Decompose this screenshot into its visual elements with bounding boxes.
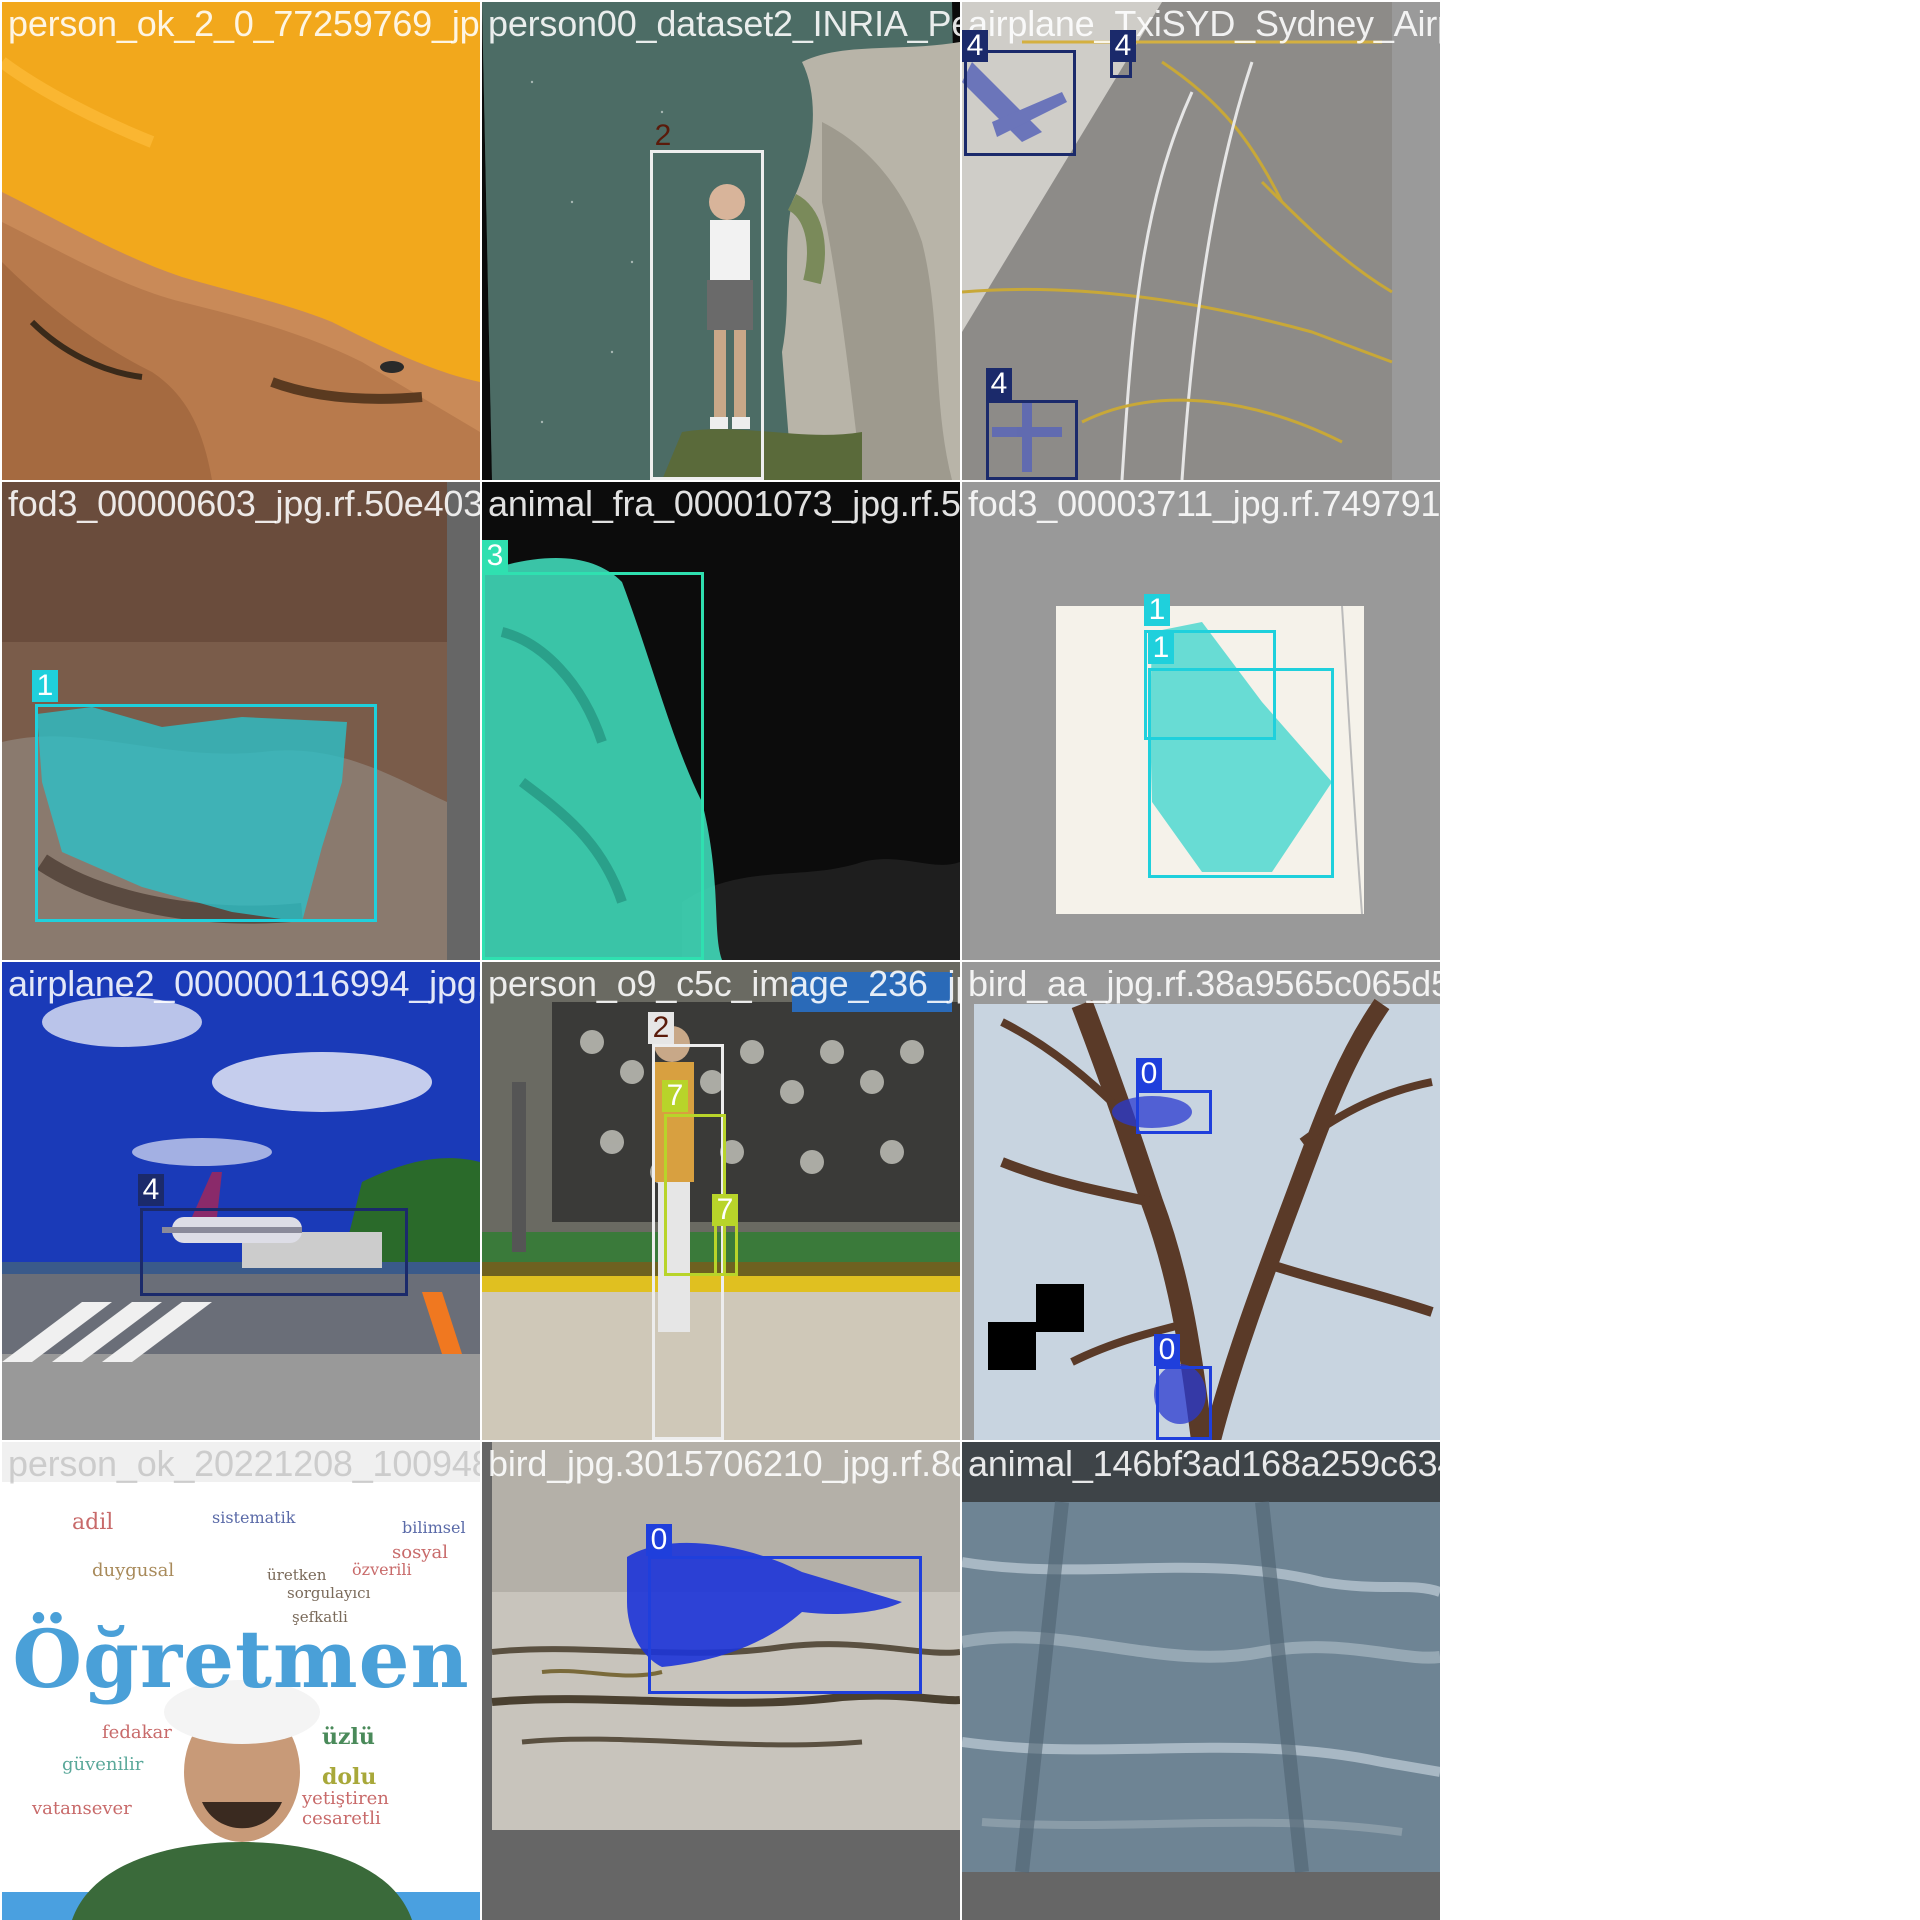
tile-caption: airplane2_000000116994_jpg.rf.0c5b79... <box>8 963 480 1004</box>
wordcloud-main-word: Öğretmen <box>12 1612 470 1706</box>
label-class-7: 7 <box>712 1194 738 1226</box>
image-mosaic: person_ok_2_0_77259769_jpg.rf.e7c8b6... <box>0 0 1920 1920</box>
bbox-bird <box>648 1556 922 1694</box>
tile-wordcloud-teacher: Öğretmen adil sistematik bilimsel sosyal… <box>2 1442 480 1920</box>
tile-snow-field: animal_146bf3ad168a259c63496ffdfc2899c1f… <box>962 1442 1440 1920</box>
wordcloud-word: cesaretli <box>302 1808 381 1829</box>
tile-hiker-rock: 2 person00_dataset2_INRIA_Person_Train_I… <box>482 2 960 480</box>
tile-caption: fod3_00000603_jpg.rf.50e40379124f9bf06f1… <box>8 483 480 524</box>
wordcloud-word: üretken <box>267 1566 327 1584</box>
bbox-fod-bottom <box>1148 668 1334 878</box>
hardhat-closeup-image <box>2 2 480 480</box>
bbox-airplane-top <box>964 50 1076 156</box>
label-class-7: 7 <box>662 1080 688 1112</box>
label-class-2: 2 <box>648 1012 674 1044</box>
label-class-1: 1 <box>1148 632 1174 664</box>
wordcloud-word: yetiştiren <box>302 1788 389 1809</box>
label-class-0: 0 <box>646 1524 672 1556</box>
wordcloud-word: dolu <box>322 1764 377 1790</box>
wordcloud-word: üzlü <box>322 1724 375 1750</box>
label-class-4: 4 <box>1110 30 1136 62</box>
label-class-1: 1 <box>32 670 58 702</box>
bbox-animal <box>482 572 704 960</box>
bbox-bird-bottom <box>1156 1366 1212 1440</box>
bbox-bird-top <box>1136 1090 1212 1134</box>
tile-caption: person_ok_2_0_77259769_jpg.rf.e7c8b6... <box>8 3 480 44</box>
tile-airport-aerial: 4 4 4 airplane_TxiSYD_Sydney_Airport_040… <box>962 2 1440 480</box>
tile-caption: fod3_00003711_jpg.rf.74979122f674a826b21 <box>968 483 1440 524</box>
wordcloud-word: bilimsel <box>402 1518 466 1537</box>
tile-caption: airplane_TxiSYD_Sydney_Airport_040_jpg.r <box>968 3 1440 44</box>
tile-caption: bird_jpg.3015706210_jpg.rf.8d2485531... <box>488 1443 960 1484</box>
tile-person-vest: 2 7 7 person_o9_c5c_image_236_jpg.rf.2b2… <box>482 962 960 1440</box>
tile-caption: animal_146bf3ad168a259c63496ffdfc2899c1f… <box>968 1443 1440 1484</box>
wordcloud-word: şefkatli <box>292 1608 348 1626</box>
tile-caption: person_ok_20221208_100948_jpg... <box>8 1443 480 1484</box>
tile-caption: animal_fra_00001073_jpg.rf.5f4669000777f… <box>488 483 960 524</box>
bbox-fod <box>35 704 377 922</box>
tile-animal-night: 3 animal_fra_00001073_jpg.rf.5f466900077… <box>482 482 960 960</box>
label-class-3: 3 <box>482 540 508 572</box>
wordcloud-word: güvenilir <box>62 1754 144 1775</box>
bbox-airplane-bottom <box>986 400 1078 480</box>
wordcloud-word: adil <box>72 1510 114 1535</box>
tile-fod-white: 1 1 fod3_00003711_jpg.rf.74979122f674a82… <box>962 482 1440 960</box>
tile-hardhat-closeup: person_ok_2_0_77259769_jpg.rf.e7c8b6... <box>2 2 480 480</box>
bbox-person <box>650 150 764 480</box>
wordcloud-word: özverili <box>352 1560 412 1579</box>
label-class-4: 4 <box>138 1174 164 1206</box>
tile-caption: bird_aa_jpg.rf.38a9565c065d5ed2b7302bdd4 <box>968 963 1440 1004</box>
wordcloud-word: sorgulayıcı <box>287 1584 371 1602</box>
label-class-2: 2 <box>654 119 672 152</box>
tile-birds-tree: 0 0 bird_aa_jpg.rf.38a9565c065d5ed2b7302… <box>962 962 1440 1440</box>
label-class-4: 4 <box>986 368 1012 400</box>
label-class-0: 0 <box>1136 1058 1162 1090</box>
label-class-0: 0 <box>1154 1334 1180 1366</box>
wordcloud-word: sistematik <box>212 1508 296 1527</box>
wordcloud-word: fedakar <box>102 1722 172 1743</box>
snow-field-image <box>962 1442 1440 1920</box>
tile-bird-beach: 0 bird_jpg.3015706210_jpg.rf.8d2485531..… <box>482 1442 960 1920</box>
label-class-4: 4 <box>962 30 988 62</box>
tile-airplane-runway: 4 airplane2_000000116994_jpg.rf.0c5b79..… <box>2 962 480 1440</box>
airplane-runway-image <box>2 962 480 1440</box>
tile-fod-floor: 1 fod3_00000603_jpg.rf.50e40379124f9bf06… <box>2 482 480 960</box>
bbox-airplane <box>140 1208 408 1296</box>
label-class-1: 1 <box>1144 594 1170 626</box>
wordcloud-word: duygusal <box>92 1560 175 1581</box>
wordcloud-word: vatansever <box>32 1798 132 1819</box>
tile-caption: person_o9_c5c_image_236_jpg.rf.2b207298.… <box>488 963 960 1004</box>
tile-caption: person00_dataset2_INRIA_Person_Train_ID_… <box>488 3 960 44</box>
